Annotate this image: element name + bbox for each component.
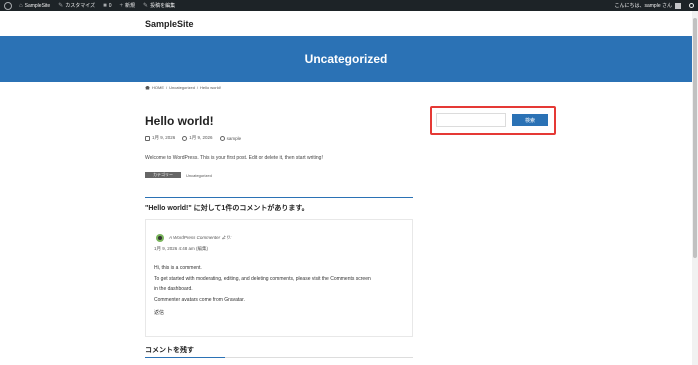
calendar-icon <box>145 135 150 141</box>
leave-comment-heading: コメントを残す <box>145 347 194 354</box>
comment-reply-link[interactable]: 返信 <box>154 309 164 316</box>
page-banner: Uncategorized <box>0 36 698 82</box>
site-title[interactable]: SampleSite <box>145 19 194 29</box>
post-content: Welcome to WordPress. This is your first… <box>145 155 323 161</box>
user-icon <box>219 135 225 141</box>
comment-line: in the dashboard. <box>154 286 193 292</box>
breadcrumb: HOME / Uncategorized / Hello world! <box>145 85 221 90</box>
scrollbar-thumb[interactable] <box>693 18 697 258</box>
breadcrumb-home[interactable]: HOME <box>152 85 164 90</box>
pencil-icon: ✎ <box>143 2 149 9</box>
post-title: Hello world! <box>145 114 214 128</box>
comment-author-row: A WordPress Commenter より: <box>156 234 232 242</box>
site-icon: ⌂ <box>19 2 23 9</box>
comments-heading: "Hello world!" に対して1件のコメントがあります。 <box>145 205 309 212</box>
admin-bar-edit-post-label: 投稿を編集 <box>150 3 176 9</box>
post-published-date: 1月 9, 2026 <box>152 135 176 140</box>
breadcrumb-current: Hello world! <box>200 85 221 90</box>
wordpress-logo-icon[interactable] <box>4 1 12 10</box>
breadcrumb-category[interactable]: Uncategorized <box>169 85 195 90</box>
search-input[interactable] <box>436 113 506 127</box>
comment-text: Hi, this is a comment. To get started wi… <box>154 263 410 305</box>
post-meta: 1月 9, 2026 1月 9, 2026 sample <box>145 135 241 141</box>
brush-icon: ✎ <box>58 2 64 9</box>
comment-date[interactable]: 1月 9, 2026 4:48 am (編集) <box>154 246 208 252</box>
banner-title: Uncategorized <box>304 52 388 66</box>
admin-bar-customize-label: カスタマイズ <box>65 3 96 9</box>
avatar-icon <box>675 2 681 9</box>
post-updated-date: 1月 9, 2026 <box>189 135 213 140</box>
admin-bar-site-name: SampleSite <box>24 2 51 9</box>
comment-item: A WordPress Commenter より: 1月 9, 2026 4:4… <box>145 219 413 337</box>
comments-divider <box>145 197 413 198</box>
comment-author[interactable]: A WordPress Commenter より: <box>169 235 232 241</box>
admin-bar-greeting: こんにちは、sample さん <box>614 3 672 9</box>
breadcrumb-separator: / <box>166 85 168 90</box>
admin-bar-customize[interactable]: ✎ カスタマイズ <box>54 0 99 11</box>
admin-bar-comments[interactable]: ■ 0 <box>99 0 115 11</box>
site-header: SampleSite <box>0 11 698 36</box>
category-label: カテゴリー <box>145 172 181 178</box>
admin-bar-new-label: 新規 <box>125 3 136 9</box>
admin-bar-site[interactable]: ⌂ SampleSite <box>15 0 54 11</box>
admin-bar-new[interactable]: + 新規 <box>116 0 140 11</box>
admin-bar: ⌂ SampleSite ✎ カスタマイズ ■ 0 + 新規 ✎ 投稿を編集 こ… <box>0 0 698 11</box>
category-link[interactable]: Uncategorized <box>186 173 212 178</box>
plus-icon: + <box>119 2 124 9</box>
admin-bar-account[interactable]: こんにちは、sample さん <box>610 0 685 11</box>
gravatar-icon <box>156 234 164 242</box>
search-icon[interactable] <box>689 3 694 8</box>
comment-icon: ■ <box>103 2 107 9</box>
comment-line: Hi, this is a comment. <box>154 265 202 271</box>
comment-line: Commenter avatars come from Gravatar. <box>154 296 245 303</box>
leave-comment-accent <box>145 357 225 358</box>
comment-line: To get started with moderating, editing,… <box>154 275 371 282</box>
admin-bar-edit-post[interactable]: ✎ 投稿を編集 <box>139 0 179 11</box>
post-author[interactable]: sample <box>227 136 242 141</box>
refresh-icon <box>182 135 188 141</box>
admin-bar-comments-count: 0 <box>108 2 112 9</box>
search-button[interactable]: 検索 <box>512 114 548 126</box>
post-category-row: カテゴリー Uncategorized <box>145 172 212 178</box>
breadcrumb-separator: / <box>196 85 199 90</box>
home-icon <box>145 85 150 90</box>
